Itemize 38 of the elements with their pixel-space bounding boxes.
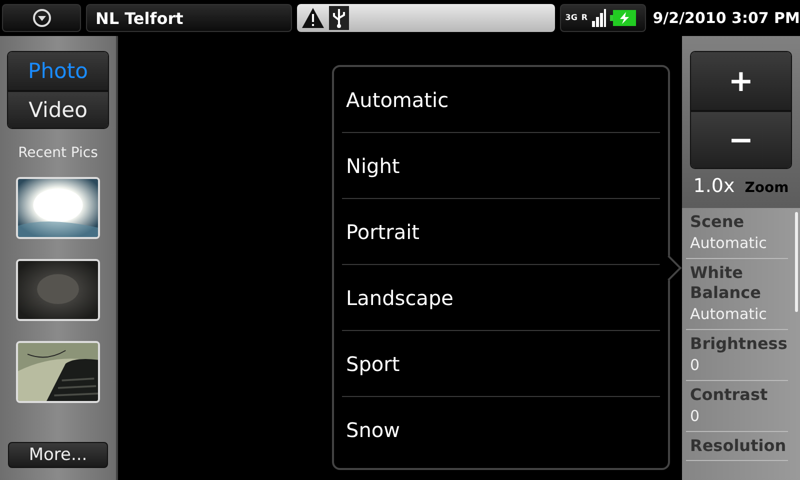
setting-value: Automatic <box>690 304 768 325</box>
setting-item[interactable]: Scene Automatic <box>686 208 788 259</box>
setting-item[interactable]: Brightness 0 <box>686 330 788 381</box>
roaming-label: R <box>581 14 588 22</box>
setting-item[interactable]: Contrast 0 <box>686 381 788 432</box>
setting-value: 0 <box>690 355 701 376</box>
zoom-value: 1.0x <box>693 175 735 197</box>
battery-charging-icon <box>610 10 636 26</box>
mode-tab[interactable]: Video <box>8 90 108 128</box>
setting-name: White Balance <box>690 263 762 303</box>
clock: 9/2/2010 3:07 PM <box>652 9 800 27</box>
menu-item[interactable]: Automatic <box>342 67 660 132</box>
setting-value: Automatic <box>690 233 768 254</box>
usb-icon <box>329 6 350 30</box>
setting-value: 0 <box>690 406 701 427</box>
more-button[interactable]: More... <box>8 442 108 468</box>
zoom-in-button[interactable]: + <box>691 52 791 110</box>
signal-icon <box>592 9 606 27</box>
warning-icon <box>301 7 326 29</box>
setting-name: Scene <box>690 212 746 232</box>
menu-item[interactable]: Sport <box>342 330 660 396</box>
menu-item[interactable]: Landscape <box>342 264 660 330</box>
zoom-out-button[interactable]: − <box>691 110 791 168</box>
mode-tab[interactable]: Photo <box>8 52 108 90</box>
caret-icon <box>32 8 52 28</box>
carrier-name: NL Telfort <box>94 8 184 28</box>
menu-item[interactable]: Night <box>342 132 660 198</box>
recent-pics-label: Recent Pics <box>18 145 98 161</box>
zoom-label: Zoom <box>744 180 789 196</box>
notifications-button[interactable] <box>2 4 82 32</box>
setting-name: Resolution <box>690 436 788 456</box>
setting-item[interactable]: White Balance Automatic <box>686 259 788 330</box>
setting-item[interactable]: Resolution <box>686 432 788 461</box>
network-type-label: 3G <box>565 14 578 22</box>
menu-item[interactable]: Portrait <box>342 198 660 264</box>
menu-item[interactable]: Snow <box>342 396 660 462</box>
setting-name: Brightness <box>690 334 788 354</box>
setting-name: Contrast <box>690 385 769 405</box>
